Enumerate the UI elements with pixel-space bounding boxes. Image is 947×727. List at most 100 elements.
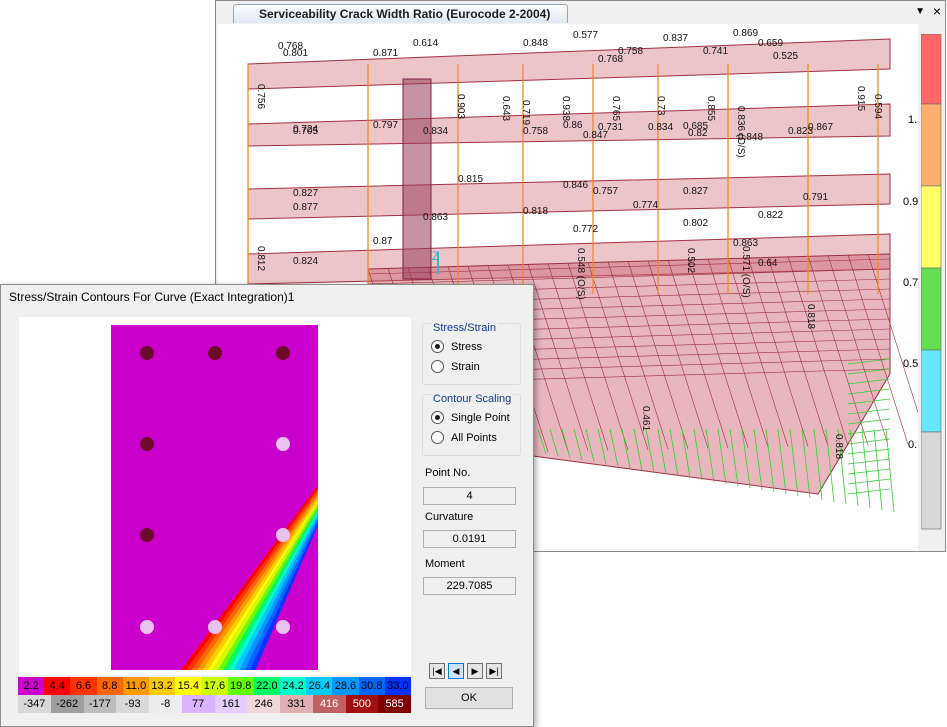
next-point-button[interactable]: ▶ <box>467 663 483 679</box>
point-no-label: Point No. <box>425 467 471 479</box>
close-icon[interactable]: × <box>933 3 941 19</box>
ratio-label: 0.867 <box>808 122 833 133</box>
legend-swatch <box>920 349 942 433</box>
ratio-label: 0.791 <box>803 192 828 203</box>
legend-swatch <box>920 267 942 351</box>
scale-cell: 416 <box>312 695 346 713</box>
ratio-label: 0.756 <box>255 84 266 109</box>
radio-selected-icon <box>431 411 444 424</box>
ratio-label: 0.812 <box>255 246 266 271</box>
legend-label-0: 0. <box>908 439 918 451</box>
scale-cell: 33.0 <box>384 677 411 695</box>
rebar-dot <box>276 528 290 542</box>
support-line <box>847 458 891 465</box>
legend-swatch <box>920 103 942 187</box>
legend-label-09: 0.9 <box>903 196 919 208</box>
ratio-label: 0.818 <box>805 304 816 329</box>
ratio-label: 0.594 <box>872 94 883 119</box>
ratio-label: 0.827 <box>683 186 708 197</box>
ok-button[interactable]: OK <box>425 687 513 709</box>
support-line <box>885 428 895 513</box>
scale-cell: -8 <box>149 695 182 713</box>
ratio-label: 0.774 <box>633 200 658 211</box>
radio-empty-icon <box>431 360 444 373</box>
scale-cell: 28.6 <box>332 677 359 695</box>
last-point-button[interactable]: ▶| <box>486 663 502 679</box>
legend-swatch <box>920 185 942 269</box>
ratio-label: 0.863 <box>423 212 448 223</box>
ratio-label: 0.869 <box>733 28 758 39</box>
scale-cell: 13.2 <box>149 677 176 695</box>
curvature-field: 0.0191 <box>423 530 516 548</box>
support-line <box>847 488 891 495</box>
rebar-dot <box>140 528 154 542</box>
moment-label: Moment <box>425 558 465 570</box>
all-points-radio[interactable]: All Points <box>431 430 497 446</box>
first-point-button[interactable]: |◀ <box>429 663 445 679</box>
support-line <box>861 428 871 509</box>
ratio-label: 0.915 <box>855 86 866 111</box>
legend-bar <box>920 33 943 533</box>
ratio-label: 0.801 <box>283 48 308 59</box>
ratio-label: 0.837 <box>663 33 688 44</box>
scale-cell: 24.2 <box>280 677 307 695</box>
radio-empty-icon <box>431 431 444 444</box>
core-wall <box>402 78 432 280</box>
ratio-label: 0.877 <box>293 202 318 213</box>
scale-cell: -93 <box>116 695 149 713</box>
ratio-label: 0.765 <box>610 96 621 121</box>
ratio-label: 0.847 <box>583 130 608 141</box>
legend-swatches <box>920 33 942 530</box>
ratio-label: 0.818 <box>833 434 844 459</box>
ratio-label: 0.903 <box>455 94 466 119</box>
scale-cell: -347 <box>18 695 51 713</box>
radio-label: Single Point <box>451 412 510 424</box>
stress-radio[interactable]: Stress <box>431 339 482 355</box>
tab-title: Serviceability Crack Width Ratio (Euroco… <box>259 7 551 21</box>
rebar-dot <box>208 620 222 634</box>
ratio-label: 0.827 <box>293 188 318 199</box>
z-axis-label: Z <box>432 249 439 263</box>
scale-cell: -177 <box>83 695 117 713</box>
scale-cell: 2.2 <box>18 677 45 695</box>
ratio-label: 0.757 <box>593 186 618 197</box>
strain-radio[interactable]: Strain <box>431 359 480 375</box>
point-no-field: 4 <box>423 487 516 505</box>
scale-cell: 6.6 <box>70 677 97 695</box>
ratio-label: 0.768 <box>598 54 623 65</box>
ratio-label: 0.822 <box>758 210 783 221</box>
ratio-label: 0.571 (O/S) <box>740 246 751 298</box>
scale-cell: 500 <box>345 695 379 713</box>
single-point-radio[interactable]: Single Point <box>431 410 510 426</box>
ratio-label: 0.871 <box>373 48 398 59</box>
rebar-dot <box>276 346 290 360</box>
ratio-label: 0.846 <box>563 180 588 191</box>
window-titlebar: Serviceability Crack Width Ratio (Euroco… <box>216 1 945 23</box>
ratio-label: 0.741 <box>703 46 728 57</box>
scale-cell: 17.6 <box>201 677 228 695</box>
group-title: Contour Scaling <box>431 393 514 405</box>
rebar-dot <box>276 437 290 451</box>
dialog-title: Stress/Strain Contours For Curve (Exact … <box>9 290 295 304</box>
ratio-label: 0.818 <box>523 206 548 217</box>
previous-point-button[interactable]: ◀ <box>448 663 464 679</box>
scale-cell: 15.4 <box>175 677 202 695</box>
floor-slab <box>247 38 891 90</box>
support-line <box>847 438 891 445</box>
ratio-label: 0.525 <box>773 51 798 62</box>
legend-label-05: 0.5 <box>903 358 919 370</box>
section-rect <box>111 325 318 670</box>
legend-swatch <box>920 431 942 530</box>
ratio-label: 0.834 <box>648 122 673 133</box>
ratio-label: 0.815 <box>458 174 483 185</box>
moment-field: 229.7085 <box>423 577 516 595</box>
scale-cell: 161 <box>214 695 248 713</box>
tab-crack-width[interactable]: Serviceability Crack Width Ratio (Euroco… <box>233 4 568 23</box>
scale-cell: 4.4 <box>44 677 71 695</box>
ratio-label: 0.577 <box>573 30 598 41</box>
ratio-label: 0.86 <box>563 120 583 131</box>
scale-cell: 8.8 <box>96 677 123 695</box>
ratio-label: 0.802 <box>683 218 708 229</box>
tab-menu-icon[interactable]: ▼ <box>915 6 925 17</box>
ratio-label: 0.705 <box>293 126 318 137</box>
